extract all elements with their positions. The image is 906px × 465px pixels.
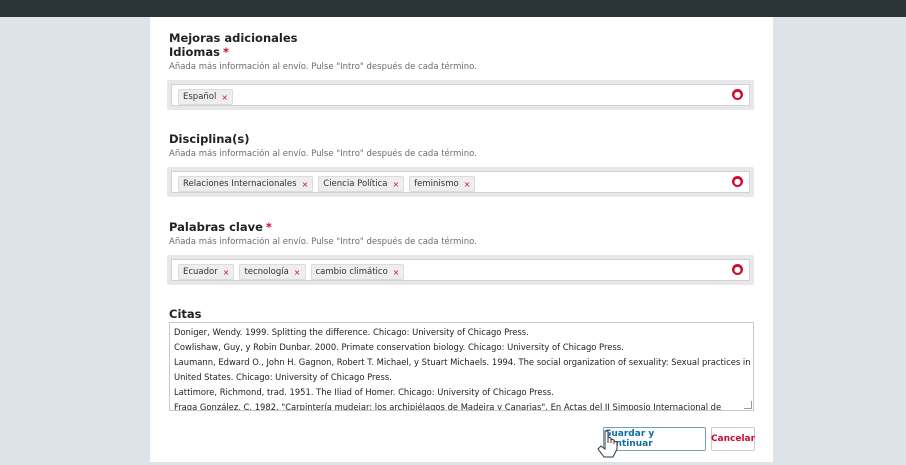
palabras-tag-input[interactable]: Ecuador × tecnología × cambio climático × ● [171,259,750,281]
close-icon[interactable]: × [294,268,301,277]
tag-chip: Ciencia Política × [318,176,405,192]
tag-list: Ecuador × tecnología × cambio climático × [178,264,405,280]
idiomas-tag-input[interactable]: Español × ● [171,84,750,106]
close-icon[interactable]: × [302,180,309,189]
citation-line: Lattimore, Richmond, trad. 1951. The Ili… [174,387,554,397]
form-panel: Mejoras adicionales Idiomas * Añada más i… [150,17,773,462]
citation-line: Cowlishaw, Guy, y Robin Dunbar. 2000. Pr… [174,342,624,352]
tag-chip: cambio climático × [310,264,405,280]
tag-chip: feminismo × [409,176,476,192]
field-label-palabras: Palabras clave * [169,220,272,234]
citas-content: Doniger, Wendy. 1999. Splitting the diff… [174,325,754,411]
close-icon[interactable]: × [221,93,228,102]
field-label-idiomas: Idiomas * [169,45,229,59]
tag-label: tecnología [244,267,289,277]
idiomas-field-wrap: Español × ● [167,80,754,110]
close-icon[interactable]: × [393,268,400,277]
required-marker: * [265,220,272,234]
globe-icon[interactable]: ● [732,264,743,275]
field-label-text: Palabras clave [169,220,263,234]
field-label-citas: Citas [169,307,202,321]
help-text-disciplinas: Añada más información al envío. Pulse "I… [169,149,477,159]
tag-label: cambio climático [315,267,388,277]
tag-label: Relaciones Internacionales [183,179,297,189]
resize-handle-icon[interactable] [744,401,752,409]
citas-textarea[interactable]: Doniger, Wendy. 1999. Splitting the diff… [169,322,754,411]
tag-label: Español [183,92,217,102]
palabras-field-wrap: Ecuador × tecnología × cambio climático × ● [167,255,754,285]
disciplinas-field-wrap: Relaciones Internacionales × Ciencia Polít… [167,167,754,197]
close-icon[interactable]: × [464,180,471,189]
citation-line: United States. Chicago: University of Ch… [174,372,392,382]
cancel-button[interactable]: Cancelar [711,427,755,451]
citation-line: Laumann, Edward O., John H. Gagnon, Robe… [174,357,754,367]
tag-chip: tecnología × [239,264,306,280]
globe-icon[interactable]: ● [732,89,743,100]
tag-label: feminismo [414,179,459,189]
tag-chip: Relaciones Internacionales × [178,176,314,192]
field-label-text: Idiomas [169,45,220,59]
tag-chip: Ecuador × [178,264,235,280]
help-text-palabras: Añada más información al envío. Pulse "I… [169,237,477,247]
top-bar [0,0,906,17]
tag-list: Español × [178,89,234,105]
tag-list: Relaciones Internacionales × Ciencia Polít… [178,176,476,192]
field-label-disciplinas: Disciplina(s) [169,132,250,146]
section-title-mejoras: Mejoras adicionales [169,31,298,45]
close-icon[interactable]: × [392,180,399,189]
citation-line: Fraga González, C. 1982. "Carpintería mu… [174,402,722,411]
required-marker: * [222,45,229,59]
help-text-idiomas: Añada más información al envío. Pulse "I… [169,62,477,72]
tag-chip: Español × [178,89,234,105]
disciplinas-tag-input[interactable]: Relaciones Internacionales × Ciencia Polít… [171,171,750,193]
pointer-cursor-icon [597,430,618,458]
tag-label: Ciencia Política [323,179,388,189]
citation-line: Doniger, Wendy. 1999. Splitting the diff… [174,327,529,337]
globe-icon[interactable]: ● [732,176,743,187]
close-icon[interactable]: × [223,268,230,277]
tag-label: Ecuador [183,267,218,277]
